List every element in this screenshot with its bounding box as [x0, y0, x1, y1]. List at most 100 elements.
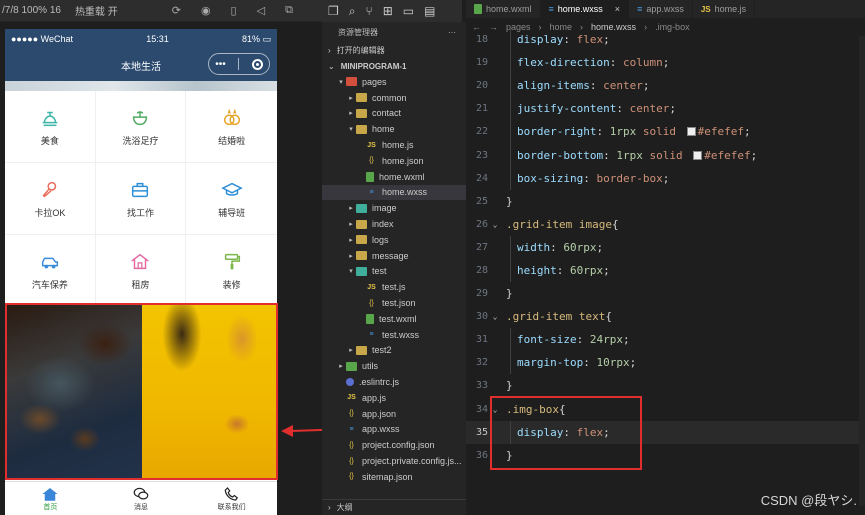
editor-tab[interactable]: ≡ app.wxss — [629, 0, 693, 18]
remote-icon[interactable]: ▤ — [424, 4, 435, 18]
tree-item[interactable]: {} project.config.json — [322, 437, 466, 453]
grid-item-bath[interactable]: 洗浴足疗 — [95, 91, 187, 163]
code-line[interactable]: 30 ⌄ .grid-item text{ — [466, 305, 865, 328]
close-miniprogram-icon[interactable] — [251, 58, 263, 70]
code-token: ; — [603, 33, 610, 47]
code-line[interactable]: 32 margin-top: 10rpx; — [466, 351, 865, 375]
tree-item[interactable]: ▸ common — [322, 90, 466, 106]
device-selector[interactable]: /7/8 100% 16 — [2, 5, 61, 16]
tree-item[interactable]: ▸ message — [322, 248, 466, 264]
fold-chevron-icon[interactable]: ⌄ — [488, 312, 502, 321]
grid-item-rental[interactable]: 租房 — [95, 235, 187, 307]
more-actions-icon[interactable]: ··· — [448, 28, 456, 37]
tree-item[interactable]: {} project.private.config.js... — [322, 453, 466, 469]
tree-item[interactable]: ▸ test2 — [322, 343, 466, 359]
tree-item[interactable]: JS test.js — [322, 279, 466, 295]
rotate-icon[interactable]: ⟳ — [172, 4, 181, 17]
debug-icon[interactable]: ▭ — [403, 4, 414, 18]
code-line[interactable]: 19 flex-direction: column; — [466, 51, 865, 75]
tree-item[interactable]: ≡ test.wxss — [322, 327, 466, 343]
tree-item[interactable]: ▾ pages — [322, 74, 466, 90]
tree-item[interactable]: test.wxml — [322, 311, 466, 327]
editor-tab[interactable]: home.wxml — [466, 0, 541, 18]
open-editors-section[interactable]: › 打开的编辑器 — [322, 42, 466, 58]
tab-messages[interactable]: 消息 — [96, 482, 187, 515]
code-line[interactable]: 31 font-size: 24rpx; — [466, 328, 865, 352]
code-token: .grid-item image — [506, 217, 612, 231]
code-line[interactable]: 27 width: 60rpx; — [466, 235, 865, 259]
tree-item[interactable]: home.wxml — [322, 169, 466, 185]
tree-item[interactable]: ▾ home — [322, 121, 466, 137]
tree-item[interactable]: JS app.js — [322, 390, 466, 406]
source-control-icon[interactable]: ⑂ — [366, 4, 373, 18]
project-section[interactable]: ⌄ MINIPROGRAM-1 — [322, 58, 466, 74]
search-icon[interactable]: ⌕ — [349, 4, 356, 19]
walnuts-image[interactable] — [5, 304, 142, 478]
code-line[interactable]: 26 ⌄ .grid-item image{ — [466, 213, 865, 236]
close-icon[interactable]: × — [615, 4, 620, 14]
code-line[interactable]: 22 border-right: 1rpx solid #efefef; — [466, 120, 865, 144]
tree-item[interactable]: ▸ logs — [322, 232, 466, 248]
code-area[interactable]: 18 display: flex; 19 flex-direction: column… — [466, 28, 865, 467]
tree-item[interactable]: ≡ app.wxss — [322, 422, 466, 438]
tree-item[interactable]: ≡ home.wxss — [322, 184, 466, 201]
code-line[interactable]: 35 display: flex; — [466, 420, 865, 444]
outline-section[interactable]: › 大纲 — [322, 499, 466, 515]
code-line[interactable]: 20 align-items: center; — [466, 74, 865, 98]
tab-home[interactable]: 首页 — [5, 482, 96, 515]
tab-contact[interactable]: 联系我们 — [186, 482, 277, 515]
tree-item[interactable]: ▸ contact — [322, 106, 466, 122]
activity-bar: ❐ ⌕ ⑂ ⊞ ▭ ▤ — [322, 0, 462, 22]
tree-item[interactable]: {} sitemap.json — [322, 469, 466, 485]
tree-item-label: project.config.json — [362, 440, 435, 451]
tree-item[interactable]: .eslintrc.js — [322, 374, 466, 390]
tree-item[interactable]: ▸ utils — [322, 358, 466, 374]
record-icon[interactable]: ◉ — [201, 4, 211, 17]
fold-chevron-icon[interactable]: ⌄ — [488, 405, 502, 414]
code-line[interactable]: 24 box-sizing: border-box; — [466, 166, 865, 190]
color-swatch[interactable] — [693, 150, 703, 160]
grid-item-tutoring[interactable]: 辅导班 — [186, 163, 277, 235]
files-icon[interactable]: ❐ — [328, 4, 339, 18]
tab-label: 联系我们 — [217, 503, 246, 511]
tree-item[interactable]: {} home.json — [322, 153, 466, 169]
grid-item-wedding[interactable]: 结婚啦 — [186, 91, 277, 163]
grid-item-jobs[interactable]: 找工作 — [95, 163, 187, 235]
tree-item[interactable]: {} test.json — [322, 295, 466, 311]
grid-item-renovation[interactable]: 装修 — [186, 235, 277, 307]
tree-item[interactable]: ▸ image — [322, 200, 466, 216]
extensions-icon[interactable]: ⊞ — [383, 4, 393, 18]
more-icon[interactable]: ••• — [215, 59, 226, 70]
tree-item[interactable]: ▾ test — [322, 264, 466, 280]
volume-icon[interactable]: ◁ — [257, 4, 265, 17]
grid-item-food[interactable]: 美食 — [5, 91, 96, 163]
code-line[interactable]: 28 height: 60rpx; — [466, 258, 865, 283]
editor-tab[interactable]: ≡ home.wxss × — [540, 0, 630, 18]
folder-icon — [356, 219, 367, 229]
code-line[interactable]: 33} — [466, 374, 865, 397]
fold-chevron-icon[interactable]: ⌄ — [488, 220, 502, 229]
line-number: 25 — [475, 195, 488, 207]
code-line[interactable]: 29} — [466, 282, 865, 305]
hot-reload-toggle[interactable]: 热重载 开 — [75, 3, 118, 18]
tree-item[interactable]: {} app.json — [322, 406, 466, 422]
detach-icon[interactable]: ⧉ — [285, 4, 293, 17]
code-line[interactable]: 23 border-bottom: 1rpx solid #efefef; — [466, 143, 865, 167]
code-line[interactable]: 21 justify-content: center; — [466, 97, 865, 121]
code-line[interactable]: 36} — [466, 444, 865, 467]
code-line[interactable]: 25} — [466, 190, 865, 213]
grid-item-karaoke[interactable]: 卡拉OK — [5, 163, 96, 235]
folder-icon — [356, 266, 367, 276]
tree-item[interactable]: ▸ index — [322, 216, 466, 232]
editor-tab[interactable]: JS home.js — [693, 0, 756, 18]
code-line[interactable]: 18 display: flex; — [466, 28, 865, 52]
phone-icon[interactable]: ▯ — [231, 4, 237, 17]
tree-item[interactable]: JS home.js — [322, 137, 466, 153]
scrollbar[interactable] — [859, 36, 865, 506]
color-swatch[interactable] — [686, 127, 696, 137]
swiper-banner[interactable] — [5, 81, 277, 91]
code-line[interactable]: 34 ⌄ .img-box{ — [466, 398, 865, 421]
honey-nuts-image[interactable] — [142, 304, 277, 478]
menu-capsule[interactable]: ••• — [208, 53, 270, 75]
grid-item-car-care[interactable]: 汽车保养 — [5, 235, 96, 307]
